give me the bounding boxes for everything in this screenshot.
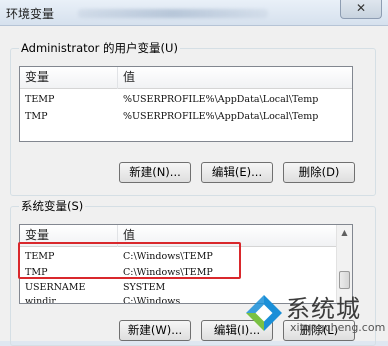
user-variables-label: Administrator 的用户变量(U) bbox=[19, 40, 180, 56]
variable-name: TMP bbox=[25, 111, 48, 122]
variable-value: SYSTEM bbox=[123, 282, 166, 293]
list-header: 变量 值 bbox=[20, 67, 352, 89]
variable-value: %USERPROFILE%\AppData\Local\Temp bbox=[123, 94, 319, 105]
watermark-text: 系统城 bbox=[286, 295, 361, 323]
watermark-url: xitongcheng.com bbox=[290, 321, 386, 334]
highlight-box bbox=[18, 242, 241, 279]
variable-value: C:\Windows bbox=[123, 296, 181, 304]
user-variables-group: Administrator 的用户变量(U) 变量 值 TEMP %USERPR… bbox=[10, 40, 376, 196]
variable-name: windir bbox=[25, 296, 56, 304]
list-item[interactable]: TEMP %USERPROFILE%\AppData\Local\Temp bbox=[20, 92, 352, 107]
variable-name: TEMP bbox=[25, 94, 55, 105]
system-new-button[interactable]: 新建(W)... bbox=[119, 320, 191, 341]
close-icon: ✕ bbox=[355, 1, 367, 15]
window-title: 环境变量 bbox=[6, 7, 55, 21]
list-item[interactable]: TMP %USERPROFILE%\AppData\Local\Temp bbox=[20, 109, 352, 124]
title-bar: 环境变量 ✕ bbox=[0, 0, 388, 26]
user-edit-button[interactable]: 编辑(E)... bbox=[201, 162, 273, 183]
user-variables-list[interactable]: 变量 值 TEMP %USERPROFILE%\AppData\Local\Te… bbox=[19, 66, 353, 142]
variable-name: USERNAME bbox=[25, 282, 86, 293]
column-header-variable[interactable]: 变量 bbox=[20, 67, 118, 89]
scroll-up-icon[interactable]: ▲ bbox=[337, 225, 352, 241]
close-button[interactable]: ✕ bbox=[340, 0, 382, 19]
column-header-value[interactable]: 值 bbox=[118, 67, 352, 89]
variable-value: %USERPROFILE%\AppData\Local\Temp bbox=[123, 111, 319, 122]
user-delete-button[interactable]: 删除(D) bbox=[283, 162, 355, 183]
user-new-button[interactable]: 新建(N)... bbox=[119, 162, 191, 183]
watermark: 系统城 xitongcheng.com bbox=[238, 281, 388, 341]
watermark-logo-icon bbox=[246, 295, 282, 331]
blurred-title-text bbox=[78, 9, 268, 18]
system-variables-label: 系统变量(S) bbox=[19, 198, 86, 214]
